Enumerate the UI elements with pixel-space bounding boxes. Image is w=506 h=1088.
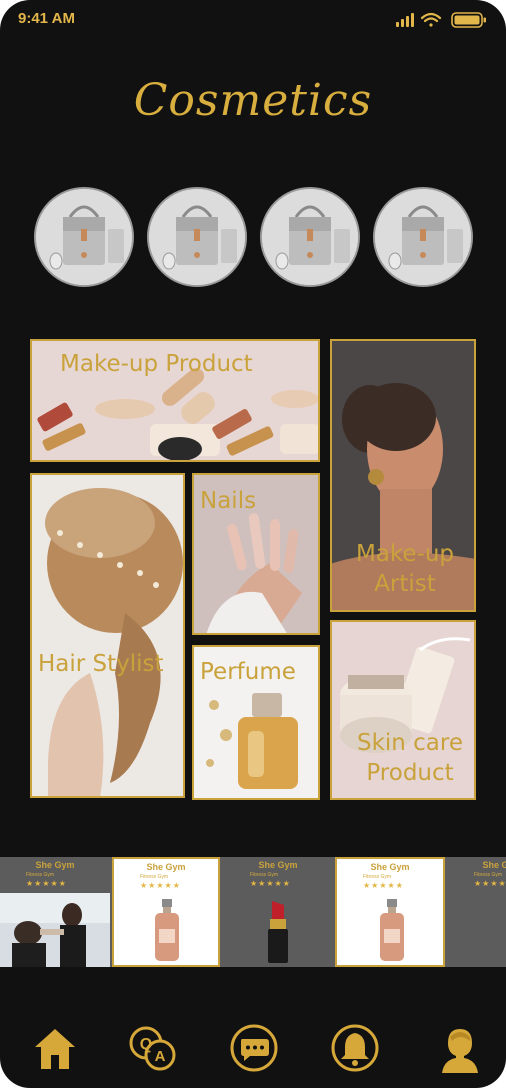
product-card[interactable]: She Gym Fitness Gym ★★★★★ [224, 857, 332, 967]
product-name: She Gym [482, 860, 506, 870]
nav-profile[interactable] [430, 1017, 490, 1077]
category-tile-hair-stylist[interactable]: Hair Stylist [30, 473, 185, 798]
bottom-nav: Q A [0, 1005, 506, 1088]
page-title: Cosmetics [133, 75, 373, 126]
product-card[interactable]: She Gym Fitness Gym ★★★★★ [112, 857, 220, 967]
status-icons [396, 12, 486, 28]
product-subtitle: Fitness Gym [26, 872, 55, 878]
category-label: Make-up Product [60, 351, 253, 377]
category-label: Hair Stylist [38, 651, 164, 677]
product-name: She Gym [370, 862, 410, 872]
nav-messages[interactable] [224, 1017, 284, 1077]
story-circle[interactable] [147, 187, 247, 287]
hair-stylist-image [32, 475, 183, 796]
rating-stars: ★★★★★ [26, 879, 67, 888]
home-icon [35, 1029, 75, 1069]
category-label: Artist [374, 571, 436, 597]
rating-stars: ★★★★★ [250, 879, 291, 888]
qa-icon: Q A [129, 1026, 176, 1071]
rating-stars: ★★★★★ [474, 879, 506, 888]
rating-stars: ★★★★★ [363, 881, 404, 890]
status-time: 9:41 AM [18, 10, 75, 27]
product-name: She Gym [146, 862, 186, 872]
product-subtitle: Fitness Gym [140, 874, 169, 880]
category-tile-skin-care[interactable]: Skin care Product [330, 620, 476, 800]
category-label: Product [366, 760, 454, 786]
lipstick-image [268, 901, 288, 963]
status-bar: 9:41 AM [0, 0, 506, 40]
category-label: Skin care [356, 730, 464, 756]
bell-icon [331, 1024, 379, 1072]
body-mist-image [380, 899, 404, 961]
handbag-image [375, 189, 471, 285]
category-label: Perfume [200, 659, 296, 685]
category-tile-nails[interactable]: Nails [192, 473, 320, 635]
svg-text:Q: Q [140, 1036, 152, 1053]
product-card[interactable]: She Gym Fitness Gym ★★★★★ [335, 857, 445, 967]
story-circle[interactable] [373, 187, 473, 287]
profile-icon [442, 1029, 478, 1073]
battery-icon [451, 12, 486, 28]
signal-icon [396, 13, 414, 27]
category-label: Nails [200, 488, 257, 514]
category-tile-makeup-product[interactable]: Make-up Product [30, 339, 320, 462]
product-name: She Gym [35, 860, 75, 870]
handbag-image [149, 189, 245, 285]
category-label: Make-up [355, 541, 455, 567]
salon-image [0, 893, 110, 967]
body-mist-image [155, 899, 179, 961]
product-carousel[interactable]: She Gym Fitness Gym ★★★★★ She Gym Fitnes… [0, 857, 506, 967]
product-subtitle: Fitness Gym [250, 872, 279, 878]
svg-text:A: A [155, 1048, 166, 1065]
nav-home[interactable] [25, 1017, 85, 1077]
story-circle[interactable] [260, 187, 360, 287]
wifi-icon [420, 12, 442, 27]
product-card[interactable]: She Gym Fitness Gym ★★★★★ [0, 857, 110, 967]
nav-notifications[interactable] [325, 1017, 385, 1077]
product-subtitle: Fitness Gym [474, 872, 503, 878]
nav-qa[interactable]: Q A [122, 1017, 182, 1077]
category-tile-perfume[interactable]: Perfume [192, 645, 320, 800]
product-name: She Gym [258, 860, 298, 870]
category-tile-makeup-artist[interactable]: Make-up Artist [330, 339, 476, 612]
app-screen: 9:41 AM Cosmetics Make-up Product Make-u… [0, 0, 506, 1088]
product-card[interactable]: She Gym Fitness Gym ★★★★★ [448, 857, 506, 967]
handbag-image [36, 189, 132, 285]
rating-stars: ★★★★★ [140, 881, 181, 890]
product-subtitle: Fitness Gym [363, 874, 392, 880]
chat-icon [230, 1024, 278, 1072]
story-circle[interactable] [34, 187, 134, 287]
handbag-image [262, 189, 358, 285]
